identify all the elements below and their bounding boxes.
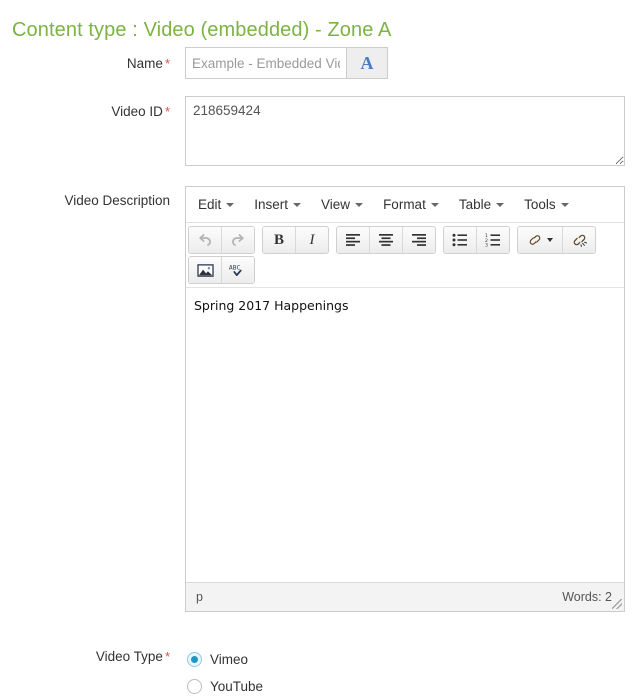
toolbar-group-media: ABC [188, 256, 255, 284]
toolbar-group-links [517, 226, 596, 254]
editor-menubar: Edit Insert View Format Table Tools [186, 187, 624, 223]
font-picker-icon[interactable]: A [346, 47, 388, 79]
spellcheck-icon[interactable]: ABC [222, 257, 254, 283]
video-type-radio-group: Vimeo YouTube [187, 646, 263, 700]
name-label-text: Name [126, 56, 163, 71]
menu-table[interactable]: Table [449, 193, 514, 216]
italic-icon[interactable]: I [296, 227, 328, 253]
name-label: Name * [10, 56, 170, 71]
video-type-required-marker: * [164, 649, 170, 664]
menu-edit[interactable]: Edit [188, 193, 244, 216]
video-id-label: Video ID * [10, 104, 170, 119]
chevron-down-icon [430, 202, 439, 207]
video-description-label: Video Description [64, 193, 170, 208]
menu-format[interactable]: Format [373, 193, 449, 216]
rich-text-editor: Edit Insert View Format Table Tools B I … [185, 186, 625, 612]
undo-icon[interactable] [189, 227, 222, 253]
radio-dot-vimeo[interactable] [187, 652, 202, 667]
menu-format-label: Format [383, 197, 426, 212]
toolbar-group-inline-format: B I [262, 226, 329, 254]
radio-label-vimeo: Vimeo [210, 652, 249, 667]
radio-option-youtube[interactable]: YouTube [187, 673, 263, 700]
video-type-label-text: Video Type [95, 649, 163, 664]
word-count: Words: 2 [562, 590, 612, 604]
video-id-required-marker: * [164, 104, 170, 119]
align-right-icon[interactable] [403, 227, 435, 253]
toolbar-group-history [188, 226, 255, 254]
menu-tools[interactable]: Tools [514, 193, 579, 216]
menu-table-label: Table [458, 197, 492, 212]
editor-statusbar: p Words: 2 [186, 582, 624, 611]
link-icon[interactable] [518, 227, 563, 253]
element-path[interactable]: p [196, 590, 203, 604]
editor-toolbar-row-2: ABC [188, 256, 622, 284]
name-input-group: A [185, 47, 388, 79]
radio-dot-youtube[interactable] [187, 679, 202, 694]
toolbar-group-lists: 1 2 3 [443, 226, 510, 254]
video-id-label-text: Video ID [111, 104, 163, 119]
radio-option-vimeo[interactable]: Vimeo [187, 646, 263, 673]
form-row-video-id: Video ID * [0, 96, 640, 166]
svg-text:3: 3 [485, 243, 488, 247]
editor-paragraph: Spring 2017 Happenings [194, 298, 349, 313]
radio-label-youtube: YouTube [210, 679, 264, 694]
editor-content-area[interactable]: Spring 2017 Happenings [186, 287, 624, 582]
video-type-label: Video Type * [10, 649, 170, 664]
menu-tools-label: Tools [524, 197, 556, 212]
name-required-marker: * [164, 56, 170, 71]
video-id-textarea[interactable] [185, 96, 625, 166]
chevron-down-icon [560, 202, 569, 207]
bullet-list-icon[interactable] [444, 227, 477, 253]
menu-view-label: View [321, 197, 351, 212]
redo-icon[interactable] [222, 227, 254, 253]
editor-toolbar-row-1: B I 1 2 3 [188, 226, 622, 254]
align-left-icon[interactable] [337, 227, 370, 253]
chevron-down-icon [547, 238, 553, 242]
resize-handle-icon[interactable] [612, 599, 622, 609]
toolbar-group-alignment [336, 226, 436, 254]
editor-toolbar: B I 1 2 3 ABC [186, 223, 624, 287]
bold-icon[interactable]: B [263, 227, 296, 253]
svg-text:ABC: ABC [229, 265, 241, 272]
chevron-down-icon [226, 202, 235, 207]
chevron-down-icon [293, 202, 302, 207]
page-title: Content type : Video (embedded) - Zone A [12, 19, 392, 42]
unlink-icon[interactable] [563, 227, 595, 253]
menu-insert[interactable]: Insert [244, 193, 311, 216]
align-center-icon[interactable] [370, 227, 403, 253]
menu-edit-label: Edit [198, 197, 222, 212]
menu-insert-label: Insert [254, 197, 289, 212]
form-row-name: Name* A [0, 47, 640, 81]
image-icon[interactable] [189, 257, 222, 283]
chevron-down-icon [355, 202, 364, 207]
chevron-down-icon [496, 202, 505, 207]
numbered-list-icon[interactable]: 1 2 3 [477, 227, 509, 253]
name-input[interactable] [185, 47, 346, 79]
menu-view[interactable]: View [311, 193, 373, 216]
